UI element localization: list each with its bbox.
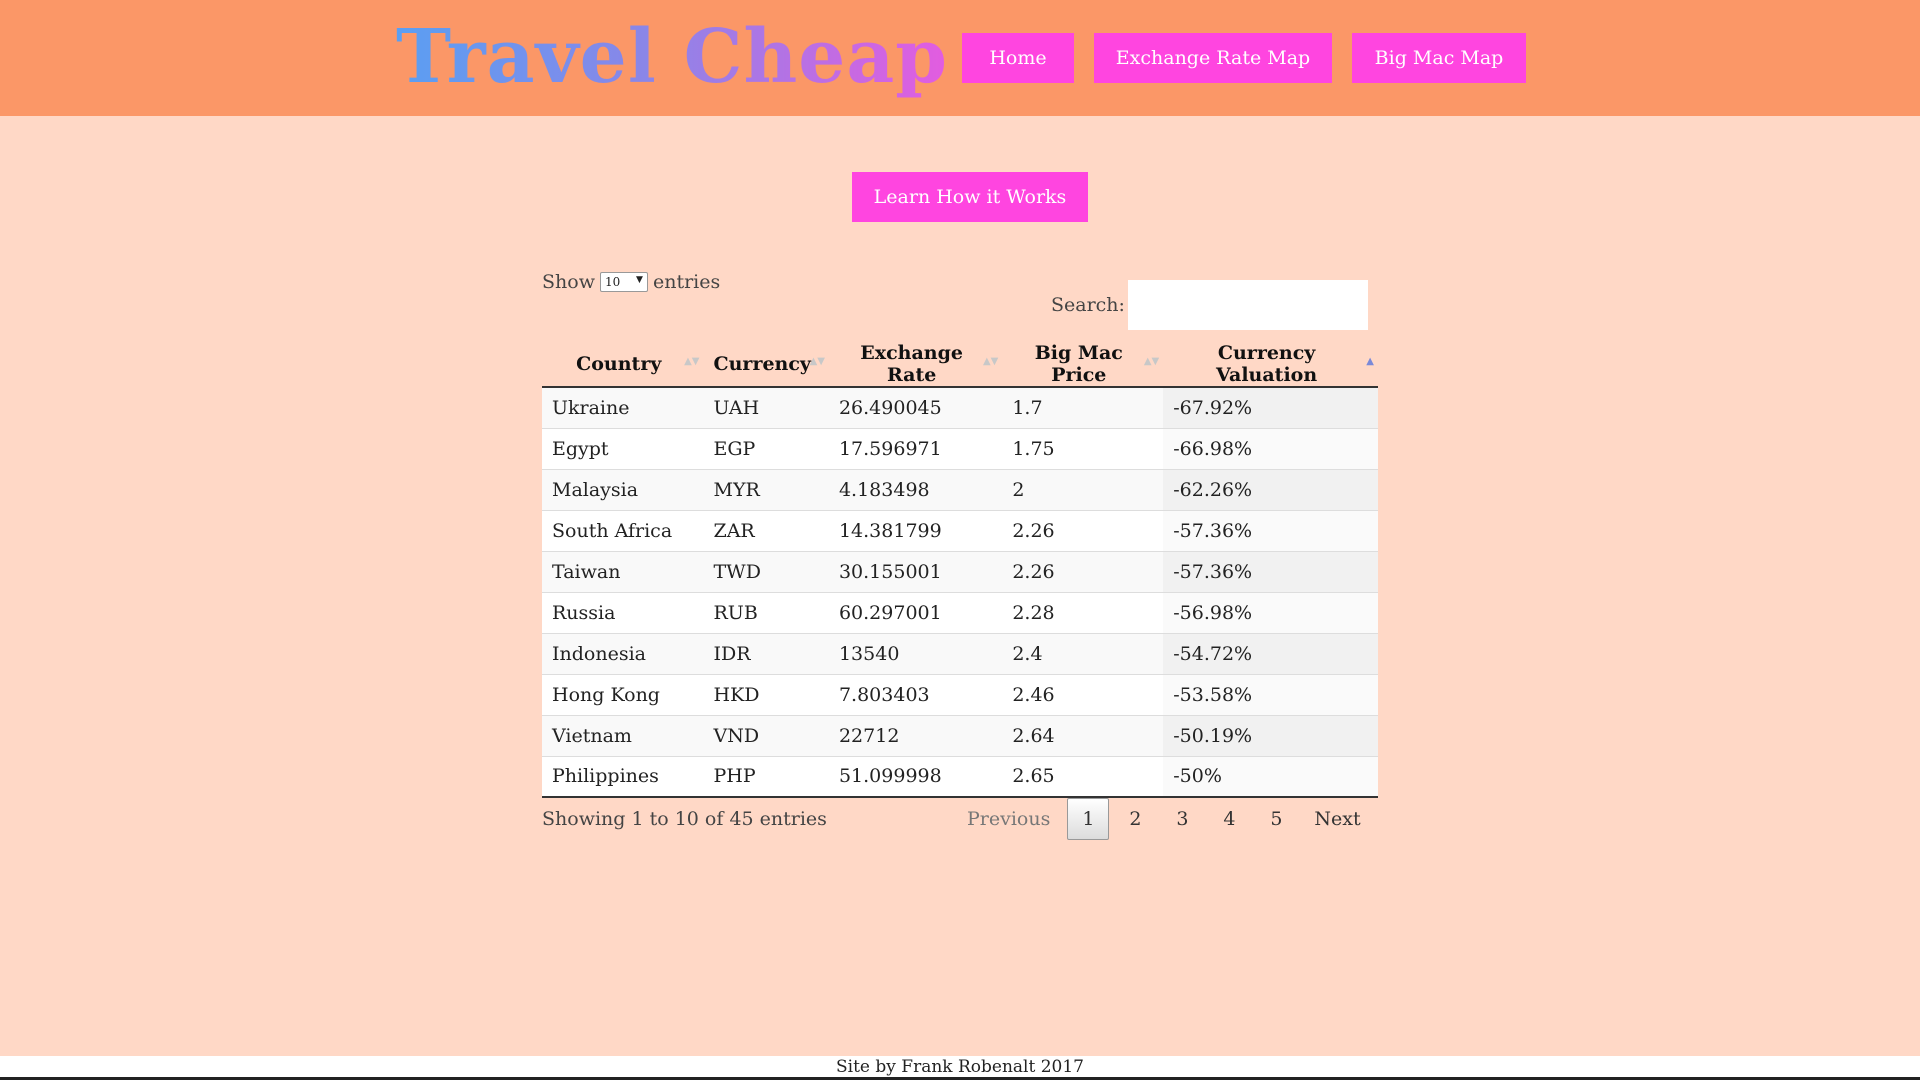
page-button-4[interactable]: 4	[1208, 798, 1250, 840]
cell-big-mac-price: 1.7	[1002, 387, 1164, 428]
cell-exchange-rate: 7.803403	[828, 673, 1003, 715]
entries-length-control: Show 10 ▼ entries	[542, 271, 720, 293]
pagination: Previous 1 2 3 4 5 Next	[950, 798, 1373, 840]
column-header-currency[interactable]: Currency ▲▼	[703, 342, 829, 388]
show-label: Show	[542, 271, 595, 293]
page-button-5[interactable]: 5	[1255, 798, 1297, 840]
cell-currency-valuation: -62.26%	[1163, 468, 1378, 510]
cell-big-mac-price: 2.64	[1002, 714, 1164, 756]
big-mac-table: Country ▲▼ Currency ▲▼ Exchange Rate ▲▼ Big…	[542, 342, 1378, 798]
cell-country: Hong Kong	[542, 673, 704, 715]
table-row: Egypt EGP 17.596971 1.75 -66.98%	[542, 427, 1378, 469]
cell-exchange-rate: 51.099998	[828, 755, 1003, 798]
table-info: Showing 1 to 10 of 45 entries	[542, 808, 827, 830]
cell-country: Egypt	[542, 427, 704, 469]
column-header-currency-valuation[interactable]: Currency Valuation ▲	[1163, 342, 1378, 388]
cell-exchange-rate: 30.155001	[828, 550, 1003, 592]
cell-currency: UAH	[703, 387, 829, 428]
cell-big-mac-price: 2.28	[1002, 591, 1164, 633]
cell-country: Philippines	[542, 755, 704, 798]
table-row: Russia RUB 60.297001 2.28 -56.98%	[542, 591, 1378, 633]
cell-big-mac-price: 2.4	[1002, 632, 1164, 674]
cell-exchange-rate: 14.381799	[828, 509, 1003, 551]
nav-home-button[interactable]: Home	[962, 33, 1074, 83]
cell-currency: MYR	[703, 468, 829, 510]
cell-currency-valuation: -67.92%	[1163, 387, 1378, 428]
cell-currency: RUB	[703, 591, 829, 633]
sort-icon: ▲▼	[809, 356, 825, 367]
cell-big-mac-price: 2.26	[1002, 509, 1164, 551]
cell-currency-valuation: -66.98%	[1163, 427, 1378, 469]
cell-big-mac-price: 2	[1002, 468, 1164, 510]
entries-label: entries	[652, 271, 721, 293]
cell-currency-valuation: -57.36%	[1163, 550, 1378, 592]
cell-exchange-rate: 22712	[828, 714, 1003, 756]
cell-currency-valuation: -56.98%	[1163, 591, 1378, 633]
cell-big-mac-price: 2.65	[1002, 755, 1164, 798]
cell-big-mac-price: 1.75	[1002, 427, 1164, 469]
search-input[interactable]	[1128, 280, 1368, 330]
cell-country: Russia	[542, 591, 704, 633]
sort-ascending-icon: ▲	[1366, 356, 1374, 367]
cell-exchange-rate: 13540	[828, 632, 1003, 674]
table-row: South Africa ZAR 14.381799 2.26 -57.36%	[542, 509, 1378, 551]
entries-length-value: 10	[604, 275, 621, 289]
nav-big-mac-map-button[interactable]: Big Mac Map	[1352, 33, 1526, 83]
next-page-button[interactable]: Next	[1302, 798, 1372, 840]
cell-currency: HKD	[703, 673, 829, 715]
table-row: Indonesia IDR 13540 2.4 -54.72%	[542, 632, 1378, 674]
cell-exchange-rate: 17.596971	[828, 427, 1003, 469]
cell-currency: TWD	[703, 550, 829, 592]
site-header: Travel Cheap Home Exchange Rate Map Big …	[0, 0, 1920, 116]
column-header-big-mac-price[interactable]: Big Mac Price ▲▼	[1002, 342, 1164, 388]
site-footer: Site by Frank Robenalt 2017	[0, 1056, 1920, 1080]
site-logo[interactable]: Travel Cheap	[396, 14, 948, 100]
table-row: Malaysia MYR 4.183498 2 -62.26%	[542, 468, 1378, 510]
cell-country: Malaysia	[542, 468, 704, 510]
chevron-down-icon: ▼	[636, 275, 643, 285]
cell-country: Taiwan	[542, 550, 704, 592]
table-row: Ukraine UAH 26.490045 1.7 -67.92%	[542, 387, 1378, 428]
cell-exchange-rate: 4.183498	[828, 468, 1003, 510]
page-button-1[interactable]: 1	[1067, 798, 1110, 840]
table-row: Vietnam VND 22712 2.64 -50.19%	[542, 714, 1378, 756]
cell-exchange-rate: 26.490045	[828, 387, 1003, 428]
cell-currency-valuation: -57.36%	[1163, 509, 1378, 551]
cell-currency: VND	[703, 714, 829, 756]
search-label: Search:	[1051, 294, 1125, 316]
cell-big-mac-price: 2.26	[1002, 550, 1164, 592]
cell-currency-valuation: -53.58%	[1163, 673, 1378, 715]
cell-currency: PHP	[703, 755, 829, 798]
sort-icon: ▲▼	[982, 356, 999, 367]
nav-exchange-rate-map-button[interactable]: Exchange Rate Map	[1094, 33, 1332, 83]
page-button-2[interactable]: 2	[1114, 798, 1156, 840]
table-row: Philippines PHP 51.099998 2.65 -50%	[542, 755, 1378, 798]
table-row: Hong Kong HKD 7.803403 2.46 -53.58%	[542, 673, 1378, 715]
entries-length-select[interactable]: 10 ▼	[599, 272, 648, 292]
cell-big-mac-price: 2.46	[1002, 673, 1164, 715]
table-row: Taiwan TWD 30.155001 2.26 -57.36%	[542, 550, 1378, 592]
cell-currency-valuation: -54.72%	[1163, 632, 1378, 674]
previous-page-button[interactable]: Previous	[955, 798, 1062, 840]
column-header-country[interactable]: Country ▲▼	[542, 342, 704, 388]
learn-how-it-works-button[interactable]: Learn How it Works	[852, 172, 1088, 222]
cell-currency-valuation: -50%	[1163, 755, 1378, 798]
cell-currency: ZAR	[703, 509, 829, 551]
cell-country: Ukraine	[542, 387, 704, 428]
cell-country: Indonesia	[542, 632, 704, 674]
cell-exchange-rate: 60.297001	[828, 591, 1003, 633]
cell-currency: IDR	[703, 632, 829, 674]
cell-country: Vietnam	[542, 714, 704, 756]
footer-credit: Site by Frank Robenalt 2017	[836, 1057, 1084, 1077]
cell-country: South Africa	[542, 509, 704, 551]
sort-icon: ▲▼	[1143, 356, 1160, 367]
page-button-3[interactable]: 3	[1161, 798, 1203, 840]
cell-currency-valuation: -50.19%	[1163, 714, 1378, 756]
sort-icon: ▲▼	[684, 356, 700, 367]
table-header-row: Country ▲▼ Currency ▲▼ Exchange Rate ▲▼ Big…	[542, 342, 1378, 388]
column-header-exchange-rate[interactable]: Exchange Rate ▲▼	[828, 342, 1003, 388]
cell-currency: EGP	[703, 427, 829, 469]
